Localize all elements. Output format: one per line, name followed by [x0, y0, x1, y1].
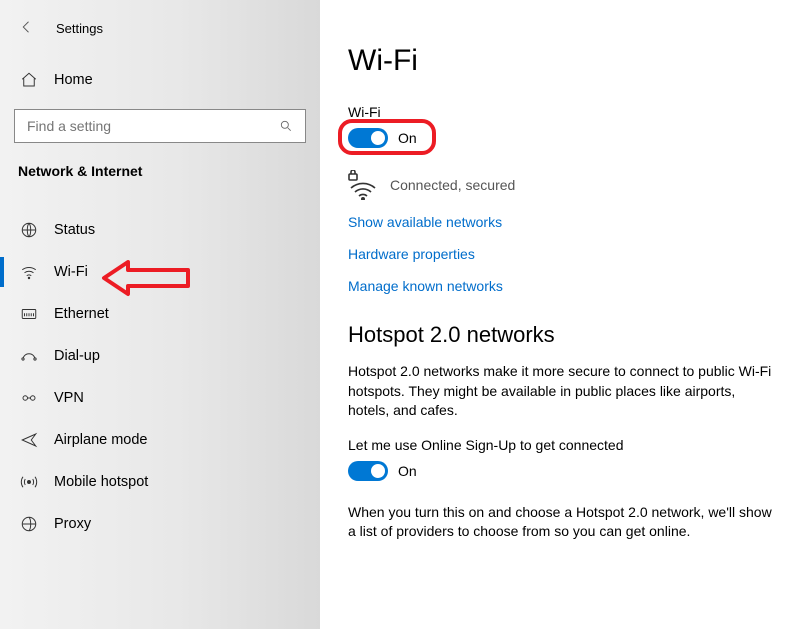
search-icon — [279, 119, 293, 133]
wifi-toggle-state: On — [398, 130, 417, 146]
ethernet-icon — [20, 305, 38, 323]
app-title: Settings — [56, 21, 103, 36]
wifi-label: Wi-Fi — [348, 104, 777, 120]
nav-label: VPN — [54, 390, 84, 406]
wifi-lock-icon — [348, 170, 378, 200]
wifi-toggle[interactable] — [348, 128, 388, 148]
sidebar-item-proxy[interactable]: Proxy — [0, 503, 320, 545]
link-manage-networks[interactable]: Manage known networks — [348, 278, 777, 294]
home-icon — [20, 71, 38, 89]
nav-label: Dial-up — [54, 348, 100, 364]
proxy-icon — [20, 515, 38, 533]
nav-label: Proxy — [54, 516, 91, 532]
home-button[interactable]: Home — [0, 61, 320, 99]
hotspot-opt-label: Let me use Online Sign-Up to get connect… — [348, 437, 777, 453]
sidebar-item-vpn[interactable]: VPN — [0, 377, 320, 419]
hotspot-icon — [20, 473, 38, 491]
page-title: Wi-Fi — [348, 44, 777, 78]
globe-icon — [20, 221, 38, 239]
link-available-networks[interactable]: Show available networks — [348, 214, 777, 230]
sidebar-item-dialup[interactable]: Dial-up — [0, 335, 320, 377]
back-button[interactable] — [18, 18, 36, 39]
wifi-status: Connected, secured — [390, 177, 515, 193]
airplane-icon — [20, 431, 38, 449]
nav-list: Status Wi-Fi Ethernet Dial-up VPN Airpla… — [0, 209, 320, 545]
search-input[interactable] — [14, 109, 306, 143]
nav-label: Ethernet — [54, 306, 109, 322]
hotspot-toggle-state: On — [398, 463, 417, 479]
sidebar-item-ethernet[interactable]: Ethernet — [0, 293, 320, 335]
home-label: Home — [54, 72, 93, 88]
category-heading: Network & Internet — [0, 143, 320, 191]
hotspot-toggle[interactable] — [348, 461, 388, 481]
wifi-icon — [20, 263, 38, 281]
dialup-icon — [20, 347, 38, 365]
sidebar-item-wifi[interactable]: Wi-Fi — [0, 251, 320, 293]
link-hardware-properties[interactable]: Hardware properties — [348, 246, 777, 262]
main-content: Wi-Fi Wi-Fi On Connected, secured Show a… — [320, 0, 809, 629]
nav-label: Wi-Fi — [54, 264, 88, 280]
nav-label: Status — [54, 222, 95, 238]
hotspot-description: Hotspot 2.0 networks make it more secure… — [348, 362, 777, 421]
vpn-icon — [20, 389, 38, 407]
nav-label: Airplane mode — [54, 432, 148, 448]
sidebar-item-hotspot[interactable]: Mobile hotspot — [0, 461, 320, 503]
hotspot-para2: When you turn this on and choose a Hotsp… — [348, 503, 777, 542]
nav-label: Mobile hotspot — [54, 474, 148, 490]
sidebar-item-status[interactable]: Status — [0, 209, 320, 251]
sidebar-item-airplane[interactable]: Airplane mode — [0, 419, 320, 461]
hotspot-heading: Hotspot 2.0 networks — [348, 322, 777, 348]
sidebar: Settings Home Network & Internet Status … — [0, 0, 320, 629]
